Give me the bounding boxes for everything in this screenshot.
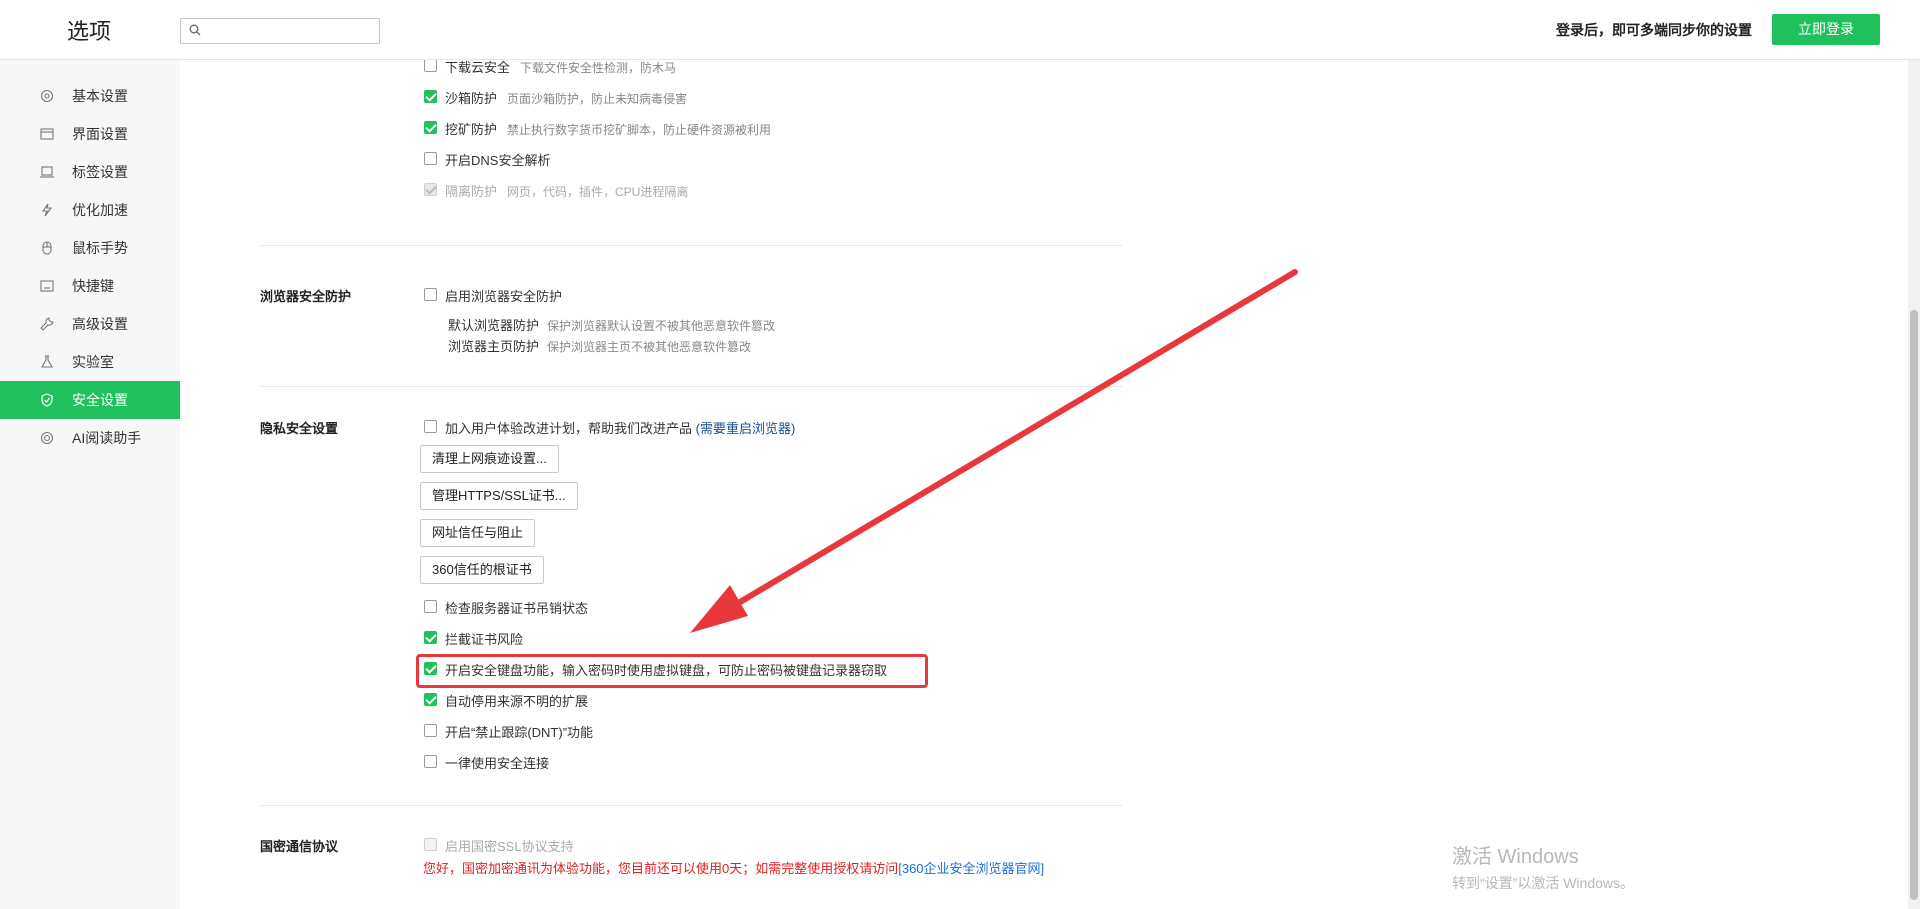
sidebar-item-label: AI阅读助手 [72,430,142,446]
default-browser-protection: 默认浏览器防护 保护浏览器默认设置不被其他恶意软件篡改 [448,315,775,334]
tab-icon [40,166,54,178]
sidebar-item-label: 快捷键 [72,278,114,294]
option-label: 隔离防护 [445,184,498,199]
option-label: 开启“禁止跟踪(DNT)”功能 [445,725,594,740]
ai-icon [40,431,54,445]
checkbox[interactable] [424,600,437,613]
sidebar-item-label: 优化加速 [72,202,128,218]
root-cert-button[interactable]: 360信任的根证书 [420,556,544,584]
sidebar-item-security[interactable]: 安全设置 [0,381,180,419]
divider [260,245,1122,246]
option-label: 启用国密SSL协议支持 [445,839,574,854]
sidebar-item-label: 基本设置 [72,88,128,104]
checkbox[interactable] [424,631,437,644]
option-desc: 下载文件安全性检测，防木马 [520,61,677,75]
wrench-icon [40,317,54,331]
section-title-national-crypto: 国密通信协议 [260,839,339,854]
sub-desc: 保护浏览器主页不被其他恶意软件篡改 [547,340,752,354]
checkbox [424,183,437,196]
checkbox[interactable] [424,662,437,675]
sub-label: 浏览器主页防护 [448,339,540,354]
sidebar-item-label: 高级设置 [72,316,128,332]
checkbox[interactable] [424,90,437,103]
option-label: 拦截证书风险 [445,632,524,647]
search-icon [189,24,201,36]
windows-activation-watermark: 激活 Windows 转到“设置”以激活 Windows。 [1452,840,1634,893]
restart-note: (需要重启浏览器) [695,421,796,436]
sidebar-item-label: 鼠标手势 [72,240,128,256]
checkbox [424,838,437,851]
lightning-icon [41,203,53,217]
option-label: 下载云安全 [445,60,511,75]
sidebar-item-label: 界面设置 [72,126,128,142]
sidebar-item-optimize[interactable]: 优化加速 [0,191,180,229]
option-label: 开启DNS安全解析 [445,153,551,168]
sidebar-item-advanced[interactable]: 高级设置 [0,305,180,343]
sidebar-item-label: 标签设置 [72,164,128,180]
clear-traces-button[interactable]: 清理上网痕迹设置... [420,445,559,473]
section-title-privacy: 隐私安全设置 [260,421,339,436]
section-title-browser-protection: 浏览器安全防护 [260,289,352,304]
official-site-link[interactable]: [360企业安全浏览器官网] [898,861,1044,876]
login-button[interactable]: 立即登录 [1772,14,1880,45]
sidebar-item-label: 实验室 [72,354,114,370]
scrollbar-thumb[interactable] [1910,310,1918,900]
divider [260,805,1122,806]
checkbox[interactable] [424,724,437,737]
checkbox[interactable] [424,152,437,165]
option-desc: 网页，代码，插件，CPU进程隔离 [507,185,689,199]
sidebar-item-ai[interactable]: AI阅读助手 [0,419,180,457]
option-label: 开启安全键盘功能，输入密码时使用虚拟键盘，可防止密码被键盘记录器窃取 [445,663,888,678]
sidebar-item-tabs[interactable]: 标签设置 [0,153,180,191]
checkbox[interactable] [424,693,437,706]
page-title: 选项 [67,19,112,44]
sidebar-item-label: 安全设置 [72,392,128,408]
checkbox[interactable] [424,121,437,134]
sidebar-item-mouse[interactable]: 鼠标手势 [0,229,180,267]
shield-icon [41,393,53,407]
sidebar-item-lab[interactable]: 实验室 [0,343,180,381]
option-label: 检查服务器证书吊销状态 [445,601,589,616]
window-icon [40,128,54,140]
warning-text: 您好，国密加密通讯为体验功能，您目前还可以使用0天；如需完整使用授权请访问 [423,861,899,876]
option-desc: 禁止执行数字货币挖矿脚本，防止硬件资源被利用 [507,123,772,137]
option-label: 挖矿防护 [445,122,498,137]
option-label: 沙箱防护 [445,91,498,106]
sidebar: 基本设置 界面设置 标签设置 优化加速 鼠标手势 快捷键 高级设置 实验室 安全… [0,60,180,909]
checkbox[interactable] [424,420,437,433]
flask-icon [41,355,53,368]
url-trust-button[interactable]: 网址信任与阻止 [420,519,536,547]
option-label: 一律使用安全连接 [445,756,550,771]
checkbox[interactable] [424,59,437,72]
sidebar-item-interface[interactable]: 界面设置 [0,115,180,153]
search-input[interactable] [180,18,380,44]
manage-cert-button[interactable]: 管理HTTPS/SSL证书... [420,482,578,510]
sub-desc: 保护浏览器默认设置不被其他恶意软件篡改 [547,319,776,333]
mouse-icon [42,241,52,255]
keyboard-icon [40,280,54,292]
watermark-line2: 转到“设置”以激活 Windows。 [1452,875,1635,891]
sidebar-item-basic[interactable]: 基本设置 [0,77,180,115]
option-label: 加入用户体验改进计划，帮助我们改进产品 [445,421,693,436]
homepage-protection: 浏览器主页防护 保护浏览器主页不被其他恶意软件篡改 [448,336,751,355]
sidebar-item-shortcut[interactable]: 快捷键 [0,267,180,305]
trial-warning: 您好，国密加密通讯为体验功能，您目前还可以使用0天；如需完整使用授权请访问[36… [423,858,1044,877]
sub-label: 默认浏览器防护 [448,318,540,333]
header: 选项 登录后，即可多端同步你的设置 立即登录 [0,0,1920,60]
checkbox[interactable] [424,755,437,768]
option-label: 自动停用来源不明的扩展 [445,694,589,709]
login-tip: 登录后，即可多端同步你的设置 [1556,22,1752,38]
watermark-line1: 激活 Windows [1452,846,1579,868]
checkbox[interactable] [424,288,437,301]
option-desc: 页面沙箱防护，防止未知病毒侵害 [507,92,688,106]
settings-icon [40,89,54,103]
main-content: 下载云安全 下载文件安全性检测，防木马 沙箱防护 页面沙箱防护，防止未知病毒侵害 挖… [180,59,1908,909]
option-label: 启用浏览器安全防护 [445,289,563,304]
divider [260,386,1122,387]
